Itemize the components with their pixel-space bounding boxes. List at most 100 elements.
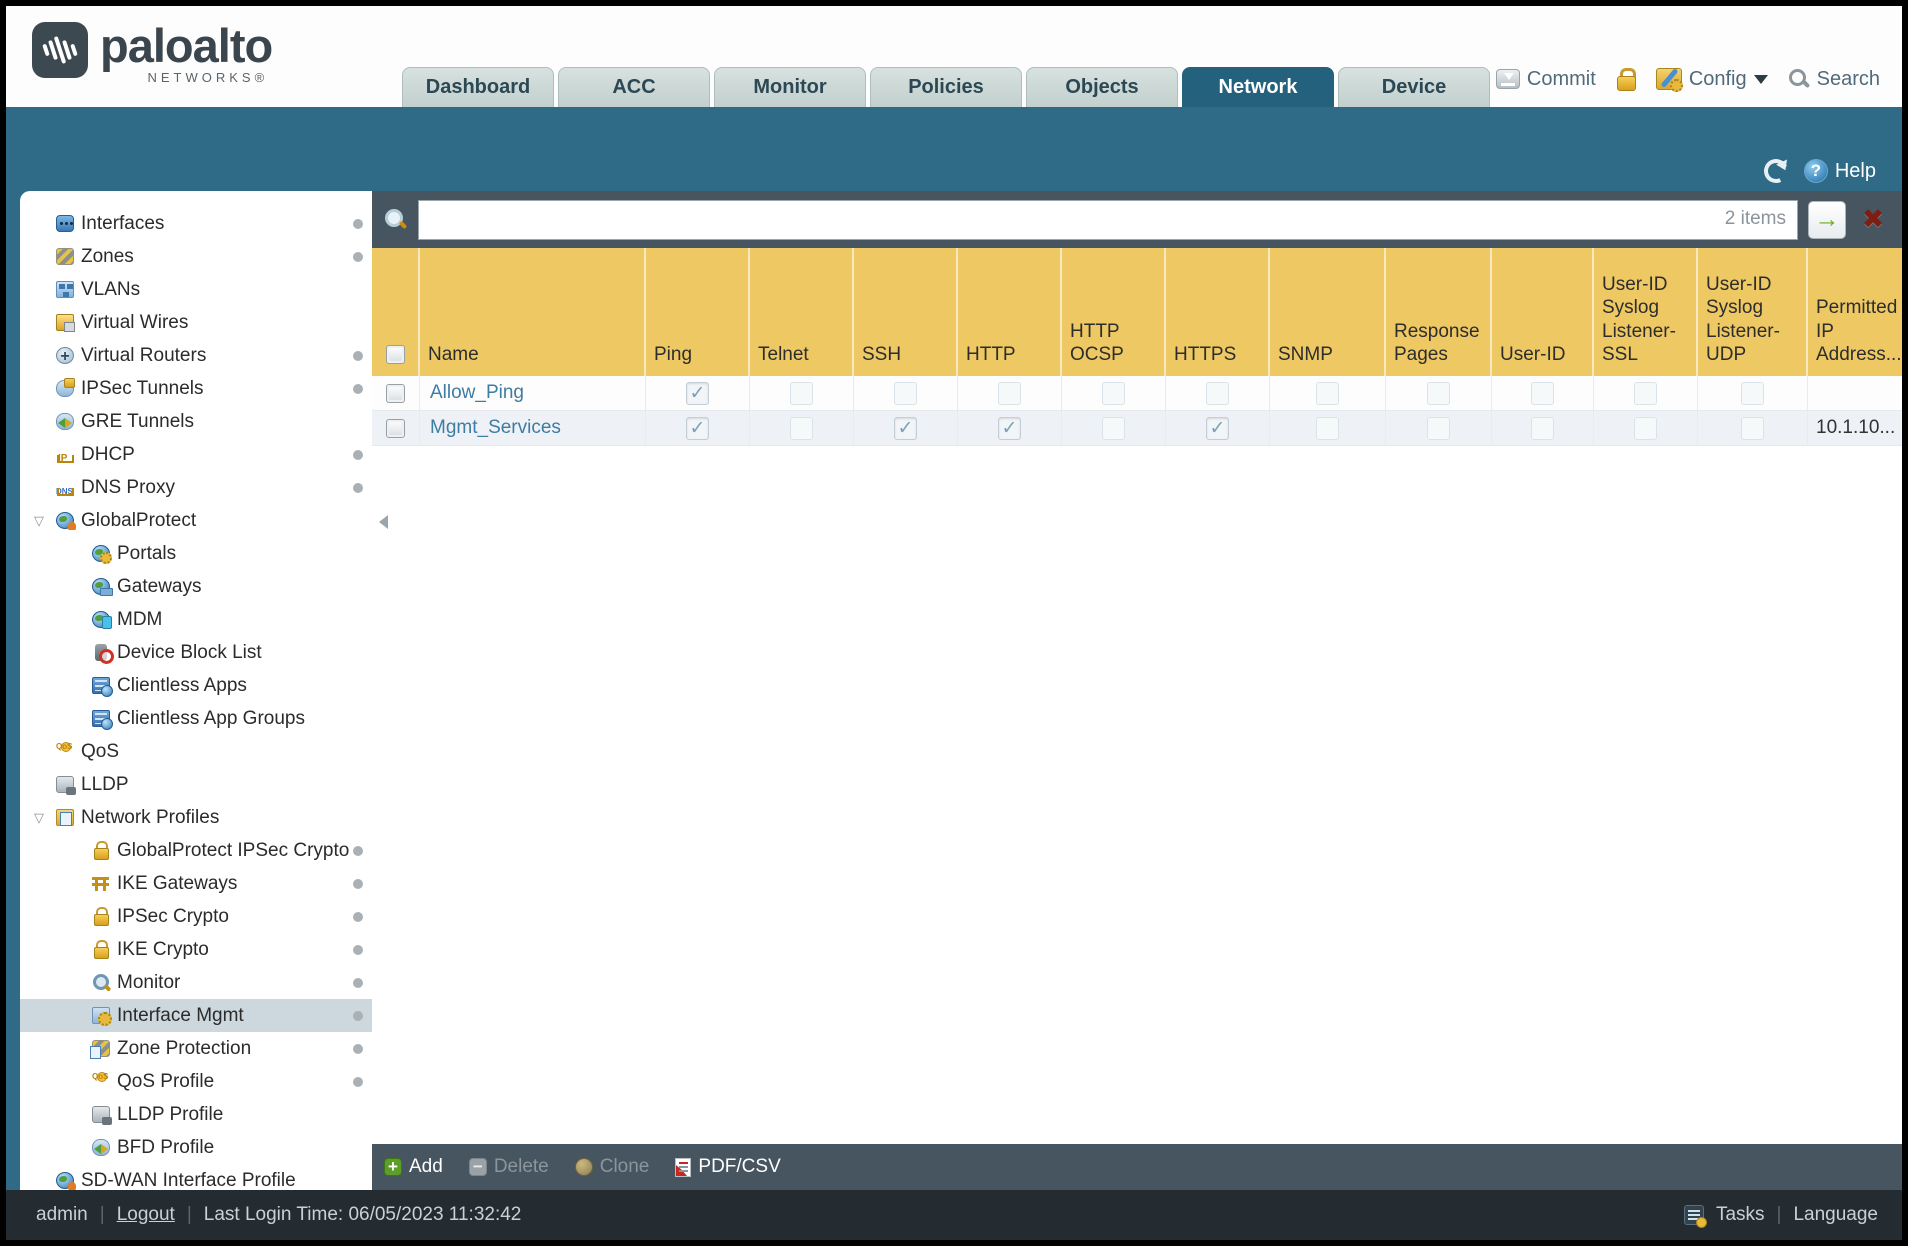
config-icon [1655, 68, 1683, 92]
tab-device[interactable]: Device [1338, 67, 1490, 107]
column-header-ssh[interactable]: SSH [854, 248, 958, 376]
row-select-checkbox[interactable] [386, 418, 405, 438]
sidebar-item-vlans[interactable]: VLANs [20, 273, 372, 306]
sidebar-item-virtual-routers[interactable]: Virtual Routers [20, 339, 372, 372]
sidebar-item-monitor[interactable]: Monitor [20, 966, 372, 999]
tab-network[interactable]: Network [1182, 67, 1334, 107]
nav-tabs: Dashboard ACC Monitor Policies Objects Networ… [402, 67, 1490, 107]
sidebar-item-device-block-list[interactable]: Device Block List [20, 636, 372, 669]
sidebar-item-mdm[interactable]: MDM [20, 603, 372, 636]
row-link-mgmt-services[interactable]: Mgmt_Services [430, 417, 561, 439]
sidebar-item-lldp[interactable]: LLDP [20, 768, 372, 801]
delete-button[interactable]: − Delete [468, 1156, 549, 1178]
column-header-snmp[interactable]: SNMP [1270, 248, 1386, 376]
sidebar-collapse-handle[interactable] [372, 515, 388, 529]
apply-filter-icon[interactable]: → [1808, 200, 1846, 239]
clear-filter-icon[interactable]: ✖ [1856, 201, 1890, 239]
sidebar-item-qos-profile[interactable]: QoS Profile [20, 1065, 372, 1098]
monitor-icon [92, 974, 110, 991]
sidebar-item-gre-tunnels[interactable]: GRE Tunnels [20, 405, 372, 438]
https-check-on [1206, 416, 1229, 440]
qos-icon [92, 1065, 110, 1093]
tasks-icon[interactable] [1683, 1205, 1707, 1228]
telnet-check-off [790, 416, 813, 440]
sidebar-item-label: Device Block List [117, 642, 262, 663]
tasks-link[interactable]: Tasks [1716, 1204, 1765, 1226]
sidebar-item-interfaces[interactable]: Interfaces [20, 207, 372, 240]
lock-icon[interactable] [1616, 68, 1636, 91]
tab-acc[interactable]: ACC [558, 67, 710, 107]
column-header-http[interactable]: HTTP [958, 248, 1062, 376]
sidebar-item-clientless-apps[interactable]: Clientless Apps [20, 669, 372, 702]
select-all-checkbox[interactable] [385, 345, 405, 364]
item-dot [353, 845, 363, 856]
interface-mgmt-table: Name Ping Telnet SSH HTTP HTTP OCSP HTTPS SNMP R… [372, 248, 1902, 1190]
network-profiles-icon [56, 809, 74, 826]
tab-dashboard[interactable]: Dashboard [402, 67, 554, 107]
sidebar-item-globalprotect-ipsec-crypto[interactable]: GlobalProtect IPSec Crypto [20, 834, 372, 867]
sidebar-item-virtual-wires[interactable]: Virtual Wires [20, 306, 372, 339]
sidebar-item-ike-gateways[interactable]: IKE Gateways [20, 867, 372, 900]
column-header-http-ocsp[interactable]: HTTP OCSP [1062, 248, 1166, 376]
chevron-down-icon[interactable]: ▽ [34, 504, 56, 537]
filter-input[interactable] [418, 199, 1798, 240]
sidebar-item-sd-wan-interface-profile[interactable]: SD-WAN Interface Profile [20, 1164, 372, 1190]
sidebar-item-interface-mgmt[interactable]: Interface Mgmt [20, 999, 372, 1032]
sidebar-item-dns-proxy[interactable]: DNS Proxy [20, 471, 372, 504]
sidebar-item-portals[interactable]: Portals [20, 537, 372, 570]
left-gutter [6, 191, 20, 1190]
sidebar-item-qos[interactable]: QoS [20, 735, 372, 768]
logout-link[interactable]: Logout [117, 1204, 175, 1226]
context-banner: ? Help [6, 107, 1902, 191]
sidebar-item-zone-protection[interactable]: Zone Protection [20, 1032, 372, 1065]
row-select-checkbox[interactable] [386, 383, 405, 403]
clone-button[interactable]: Clone [574, 1156, 649, 1178]
item-dot [353, 383, 363, 394]
tab-monitor[interactable]: Monitor [714, 67, 866, 107]
sidebar-item-label: Gateways [117, 576, 202, 597]
help-button[interactable]: ? Help [1803, 159, 1876, 183]
sidebar-item-lldp-profile[interactable]: LLDP Profile [20, 1098, 372, 1131]
commit-button[interactable]: Commit [1495, 68, 1596, 91]
sidebar-item-ike-crypto[interactable]: IKE Crypto [20, 933, 372, 966]
snmp-cell [1270, 376, 1386, 410]
sidebar: Interfaces Zones VLANs Virtual Wires Virtual… [20, 191, 372, 1190]
column-header-user-id-syslog-listener-ssl[interactable]: User-ID Syslog Listener-SSL [1594, 248, 1698, 376]
refresh-icon[interactable] [1760, 155, 1792, 187]
sidebar-item-label: SD-WAN Interface Profile [81, 1170, 296, 1190]
add-button[interactable]: + Add [384, 1156, 443, 1178]
column-header-user-id-syslog-listener-udp[interactable]: User-ID Syslog Listener-UDP [1698, 248, 1808, 376]
row-link-allow-ping[interactable]: Allow_Ping [430, 382, 524, 404]
config-menu-button[interactable]: Config [1655, 67, 1768, 92]
sidebar-item-zones[interactable]: Zones [20, 240, 372, 273]
sidebar-item-gateways[interactable]: Gateways [20, 570, 372, 603]
column-header-response-pages[interactable]: Response Pages [1386, 248, 1492, 376]
column-header-telnet[interactable]: Telnet [750, 248, 854, 376]
column-header-user-id[interactable]: User-ID [1492, 248, 1594, 376]
sidebar-item-clientless-app-groups[interactable]: Clientless App Groups [20, 702, 372, 735]
snmp-check-off [1316, 381, 1339, 405]
sidebar-item-ipsec-crypto[interactable]: IPSec Crypto [20, 900, 372, 933]
column-header-https[interactable]: HTTPS [1166, 248, 1270, 376]
sidebar-item-globalprotect[interactable]: ▽ GlobalProtect [20, 504, 372, 537]
sidebar-item-bfd-profile[interactable]: BFD Profile [20, 1131, 372, 1164]
column-header-permitted-ip[interactable]: Permitted IP Address... [1808, 248, 1908, 376]
pdf-csv-button[interactable]: PDF/CSV [675, 1156, 781, 1178]
tab-policies[interactable]: Policies [870, 67, 1022, 107]
device-block-list-icon [95, 644, 114, 664]
sidebar-item-ipsec-tunnels[interactable]: IPSec Tunnels [20, 372, 372, 405]
ping-cell [646, 411, 750, 445]
column-header-name[interactable]: Name [420, 248, 646, 376]
chevron-down-icon[interactable]: ▽ [34, 801, 56, 834]
sidebar-item-network-profiles[interactable]: ▽ Network Profiles [20, 801, 372, 834]
sidebar-item-dhcp[interactable]: DHCP [20, 438, 372, 471]
sidebar-item-label: DNS Proxy [81, 477, 175, 498]
column-header-ping[interactable]: Ping [646, 248, 750, 376]
gateways-icon [92, 578, 113, 596]
language-link[interactable]: Language [1793, 1204, 1878, 1226]
top-header: paloalto NETWORKS® Dashboard ACC Monitor Po… [6, 6, 1902, 107]
search-button[interactable]: Search [1788, 68, 1880, 91]
interfaces-icon [56, 215, 74, 232]
tab-objects[interactable]: Objects [1026, 67, 1178, 107]
snmp-cell [1270, 411, 1386, 445]
